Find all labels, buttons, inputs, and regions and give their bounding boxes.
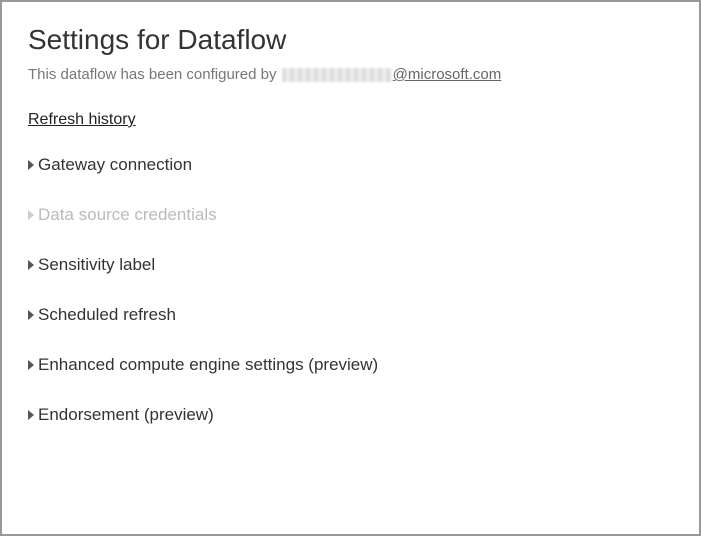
section-scheduled-refresh[interactable]: Scheduled refresh (28, 305, 673, 325)
section-label: Sensitivity label (38, 255, 155, 275)
section-label: Enhanced compute engine settings (previe… (38, 355, 378, 375)
section-label: Endorsement (preview) (38, 405, 214, 425)
section-endorsement[interactable]: Endorsement (preview) (28, 405, 673, 425)
caret-right-icon (28, 310, 34, 320)
section-data-source-credentials: Data source credentials (28, 205, 673, 225)
page-title: Settings for Dataflow (28, 24, 673, 56)
configured-by-text: This dataflow has been configured by @mi… (28, 66, 673, 83)
caret-right-icon (28, 260, 34, 270)
email-domain: @microsoft.com (393, 66, 502, 83)
section-gateway-connection[interactable]: Gateway connection (28, 155, 673, 175)
caret-right-icon (28, 410, 34, 420)
section-label: Gateway connection (38, 155, 192, 175)
caret-right-icon (28, 360, 34, 370)
section-enhanced-compute-engine[interactable]: Enhanced compute engine settings (previe… (28, 355, 673, 375)
refresh-history-link[interactable]: Refresh history (28, 111, 136, 129)
section-label: Scheduled refresh (38, 305, 176, 325)
section-sensitivity-label[interactable]: Sensitivity label (28, 255, 673, 275)
section-label: Data source credentials (38, 205, 217, 225)
caret-right-icon (28, 160, 34, 170)
subtitle-prefix: This dataflow has been configured by (28, 66, 281, 83)
caret-right-icon (28, 210, 34, 220)
email-redacted (282, 68, 392, 82)
